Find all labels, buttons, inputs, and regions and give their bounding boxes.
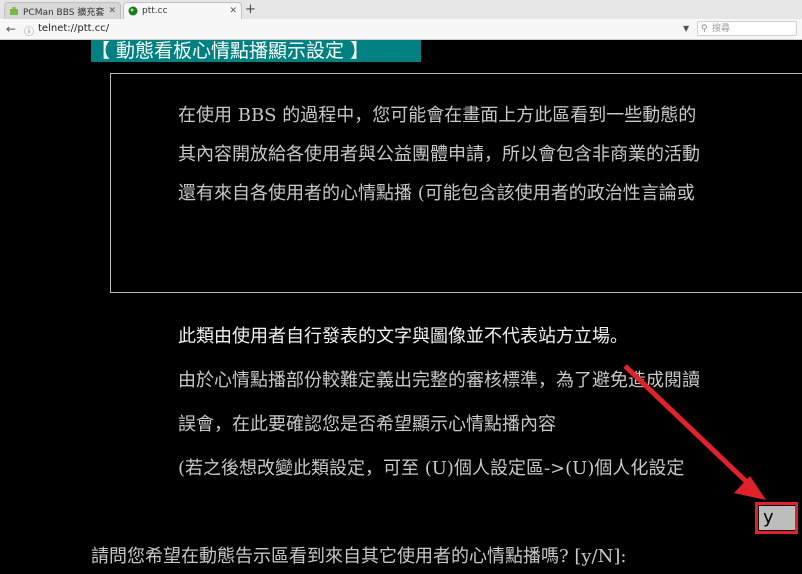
annotation-arrow	[623, 364, 766, 500]
annotation-highlight-box	[755, 502, 798, 534]
